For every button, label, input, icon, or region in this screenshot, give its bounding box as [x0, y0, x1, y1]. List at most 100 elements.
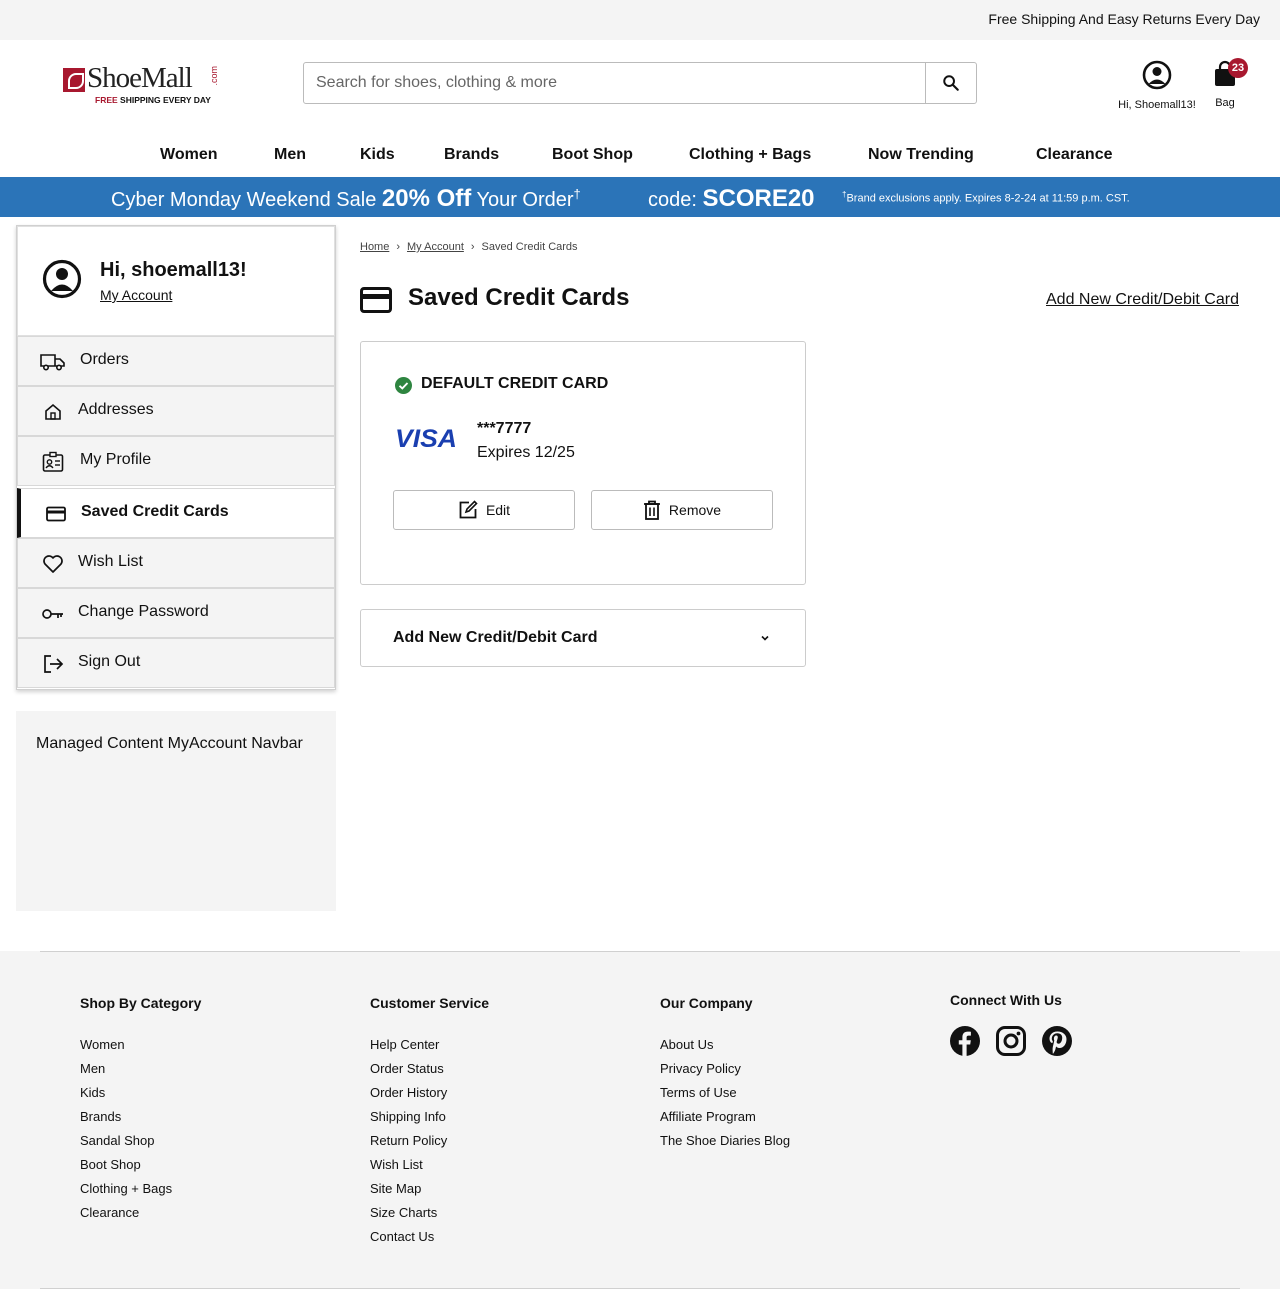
visa-wordmark: VISA — [395, 426, 457, 450]
site-logo[interactable]: ShoeMall .com FREE SHIPPING EVERY DAY — [63, 62, 223, 108]
promo-banner[interactable]: Cyber Monday Weekend Sale 20% Off Your O… — [0, 177, 1280, 217]
breadcrumb-my-account[interactable]: My Account — [407, 241, 464, 253]
add-card-link[interactable]: Add New Credit/Debit Card — [1046, 291, 1239, 309]
footer-link[interactable]: Size Charts — [370, 1201, 489, 1225]
nav-clearance[interactable]: Clearance — [1036, 146, 1113, 164]
managed-content-box: Managed Content MyAccount Navbar — [16, 711, 336, 911]
sidebar-item-label: Addresses — [78, 401, 154, 418]
chevron-right-icon: › — [470, 241, 475, 253]
bag-label: Bag — [1215, 97, 1235, 109]
footer-link[interactable]: Kids — [80, 1081, 201, 1105]
user-circle-icon — [1142, 60, 1172, 90]
footer-heading: Connect With Us — [950, 992, 1062, 1008]
footer-heading: Shop By Category — [80, 995, 202, 1011]
sidebar-item-label: Change Password — [78, 603, 209, 620]
nav-women[interactable]: Women — [160, 146, 217, 164]
profile-icon — [40, 451, 66, 473]
remove-card-button[interactable]: Remove — [591, 490, 773, 530]
add-new-card-accordion[interactable]: Add New Credit/Debit Card — [360, 609, 806, 667]
shipping-message: Free Shipping And Easy Returns Every Day — [988, 11, 1260, 27]
promo-fine-print: †Brand exclusions apply. Expires 8-2-24 … — [842, 190, 1130, 205]
main-navigation: Women Men Kids Brands Boot Shop Clothing… — [0, 140, 1280, 177]
nav-kids[interactable]: Kids — [360, 146, 395, 164]
sidebar-greeting: Hi, shoemall13! — [100, 259, 247, 281]
sign-out-icon — [40, 653, 66, 675]
sidebar-item-label: Wish List — [78, 553, 143, 570]
promo-code: code: SCORE20 — [648, 185, 815, 212]
footer-link[interactable]: Clearance — [80, 1201, 201, 1225]
footer-link[interactable]: Men — [80, 1057, 201, 1081]
trash-icon — [643, 500, 660, 520]
visa-logo-icon: VISA — [395, 426, 457, 450]
sidebar-item-label: Orders — [80, 351, 129, 368]
sidebar-item-sign-out[interactable]: Sign Out — [17, 638, 335, 688]
bag-link[interactable]: 23 Bag — [1206, 58, 1248, 109]
my-account-link[interactable]: My Account — [100, 287, 172, 303]
sidebar-item-change-password[interactable]: Change Password — [17, 588, 335, 638]
search-input[interactable] — [304, 63, 926, 103]
nav-boot-shop[interactable]: Boot Shop — [552, 146, 633, 164]
footer-link[interactable]: The Shoe Diaries Blog — [660, 1129, 790, 1153]
chevron-down-icon — [761, 635, 769, 641]
heart-icon — [40, 553, 66, 575]
footer-link[interactable]: Shipping Info — [370, 1105, 489, 1129]
edit-card-button[interactable]: Edit — [393, 490, 575, 530]
sidebar-item-orders[interactable]: Orders — [17, 336, 335, 386]
top-announcement-bar: Free Shipping And Easy Returns Every Day — [0, 0, 1280, 40]
nav-now-trending[interactable]: Now Trending — [868, 146, 974, 164]
nav-men[interactable]: Men — [274, 146, 306, 164]
sidebar-item-saved-credit-cards[interactable]: Saved Credit Cards — [17, 488, 335, 538]
instagram-icon[interactable] — [996, 1026, 1026, 1056]
facebook-icon[interactable] — [950, 1026, 980, 1056]
logo-wordmark: ShoeMall — [87, 62, 193, 94]
nav-clothing-bags[interactable]: Clothing + Bags — [689, 146, 811, 164]
home-icon — [40, 401, 66, 423]
account-link[interactable]: Hi, Shoemall13! — [1110, 60, 1204, 111]
footer-link[interactable]: About Us — [660, 1033, 790, 1057]
breadcrumb-home[interactable]: Home — [360, 241, 389, 253]
promo-headline: Cyber Monday Weekend Sale 20% Off Your O… — [111, 185, 581, 212]
site-footer: Shop By Category Women Men Kids Brands S… — [0, 951, 1280, 1289]
logo-mark-icon — [63, 68, 85, 92]
truck-icon — [40, 351, 66, 373]
bag-count-badge: 23 — [1228, 58, 1248, 78]
nav-brands[interactable]: Brands — [444, 146, 499, 164]
footer-link[interactable]: Order History — [370, 1081, 489, 1105]
footer-link[interactable]: Terms of Use — [660, 1081, 790, 1105]
search-button[interactable] — [925, 63, 976, 103]
search-icon — [943, 75, 959, 91]
footer-link[interactable]: Boot Shop — [80, 1153, 201, 1177]
footer-link[interactable]: Help Center — [370, 1033, 489, 1057]
sidebar-item-addresses[interactable]: Addresses — [17, 386, 335, 436]
footer-link[interactable]: Brands — [80, 1105, 201, 1129]
search-bar — [303, 62, 977, 104]
footer-link[interactable]: Privacy Policy — [660, 1057, 790, 1081]
saved-card: DEFAULT CREDIT CARD VISA ***7777 Expires… — [360, 341, 806, 585]
logo-tagline: FREE SHIPPING EVERY DAY — [95, 95, 211, 105]
footer-link[interactable]: Wish List — [370, 1153, 489, 1177]
footer-link[interactable]: Women — [80, 1033, 201, 1057]
footer-link[interactable]: Contact Us — [370, 1225, 489, 1249]
breadcrumb-current: Saved Credit Cards — [481, 241, 578, 253]
footer-column-service: Customer Service Help Center Order Statu… — [370, 995, 489, 1249]
sidebar-item-my-profile[interactable]: My Profile — [17, 436, 335, 486]
account-label: Hi, Shoemall13! — [1118, 99, 1196, 111]
footer-link[interactable]: Order Status — [370, 1057, 489, 1081]
footer-link[interactable]: Site Map — [370, 1177, 489, 1201]
card-number: ***7777 — [477, 420, 532, 437]
chevron-right-icon: › — [396, 241, 401, 253]
footer-link[interactable]: Sandal Shop — [80, 1129, 201, 1153]
card-expiry: Expires 12/25 — [477, 444, 575, 461]
sidebar-item-wish-list[interactable]: Wish List — [17, 538, 335, 588]
sidebar-item-label: Sign Out — [78, 653, 141, 670]
footer-link[interactable]: Return Policy — [370, 1129, 489, 1153]
credit-card-icon — [43, 503, 69, 525]
footer-link[interactable]: Clothing + Bags — [80, 1177, 201, 1201]
pinterest-icon[interactable] — [1042, 1026, 1072, 1056]
avatar-icon — [42, 259, 82, 299]
sidebar-item-label: Saved Credit Cards — [81, 503, 229, 520]
sidebar-header: Hi, shoemall13! My Account — [17, 226, 335, 336]
page-title: Saved Credit Cards — [408, 284, 630, 311]
credit-card-icon — [360, 287, 392, 313]
footer-link[interactable]: Affiliate Program — [660, 1105, 790, 1129]
